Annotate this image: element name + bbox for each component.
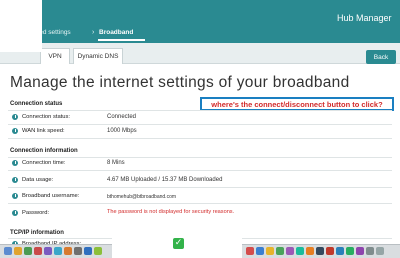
divider: [8, 203, 392, 204]
breadcrumb-current: Broadband: [99, 29, 134, 36]
app-icon[interactable]: [246, 247, 254, 255]
app-icon[interactable]: [256, 247, 264, 255]
section-title-connection-status: Connection status: [10, 101, 63, 107]
page-title: Manage the internet settings of your bro…: [10, 74, 350, 91]
info-icon: [12, 177, 18, 183]
redaction-box: [0, 0, 42, 52]
annotation-callout: where's the connect/disconnect button to…: [200, 97, 394, 111]
tab-dynamic-dns[interactable]: Dynamic DNS: [73, 48, 123, 64]
label-data-usage: Data usage:: [22, 177, 54, 183]
divider: [8, 157, 392, 158]
value-wan-link-speed: 1000 Mbps: [107, 128, 137, 134]
app-icon[interactable]: [286, 247, 294, 255]
breadcrumb-separator: ›: [92, 29, 95, 36]
app-icon[interactable]: [14, 247, 22, 255]
app-title: Hub Manager: [337, 13, 392, 23]
divider: [8, 124, 392, 125]
app-icon[interactable]: [366, 247, 374, 255]
app-icon[interactable]: [54, 247, 62, 255]
label-broadband-username: Broadband username:: [22, 193, 80, 199]
app-icon[interactable]: [24, 247, 32, 255]
check-icon: ✓: [173, 238, 184, 249]
app-icon[interactable]: [346, 247, 354, 255]
breadcrumb-active-underline: [98, 39, 145, 41]
info-icon: [12, 210, 18, 216]
app-icon[interactable]: [44, 247, 52, 255]
tab-vpn[interactable]: VPN: [40, 48, 70, 64]
divider: [8, 170, 392, 171]
app-icon[interactable]: [94, 247, 102, 255]
label-connection-time: Connection time:: [22, 160, 66, 166]
value-connection-status: Connected: [107, 114, 137, 120]
info-icon: [12, 114, 18, 120]
label-password: Password:: [22, 210, 50, 216]
divider: [8, 187, 392, 188]
app-icon[interactable]: [84, 247, 92, 255]
app-icon[interactable]: [34, 247, 42, 255]
section-title-tcpip-information: TCP/IP information: [10, 230, 64, 236]
divider: [8, 110, 392, 111]
info-icon: [12, 128, 18, 134]
label-wan-link-speed: WAN link speed:: [22, 128, 65, 134]
value-connection-time: 8 Mins: [107, 160, 125, 166]
back-button[interactable]: Back: [366, 50, 396, 64]
info-icon: [12, 160, 18, 166]
app-icon[interactable]: [336, 247, 344, 255]
label-connection-status: Connection status:: [22, 114, 71, 120]
app-icon[interactable]: [266, 247, 274, 255]
app-icon[interactable]: [296, 247, 304, 255]
app-icon[interactable]: [4, 247, 12, 255]
app-icon[interactable]: [306, 247, 314, 255]
divider: [8, 138, 392, 139]
app-icon[interactable]: [276, 247, 284, 255]
value-password: The password is not displayed for securi…: [107, 209, 235, 215]
hub-manager-page: Hub Manager ced settings › Broadband VPN…: [0, 0, 400, 258]
trash-icon[interactable]: [376, 247, 384, 255]
section-title-connection-information: Connection information: [10, 148, 78, 154]
app-icon[interactable]: [74, 247, 82, 255]
app-icon[interactable]: [64, 247, 72, 255]
info-icon: [12, 193, 18, 199]
value-data-usage: 4.67 MB Uploaded / 15.37 MB Downloaded: [107, 177, 223, 183]
value-broadband-username: bthomehub@btbroadband.com: [107, 194, 177, 200]
app-icon[interactable]: [356, 247, 364, 255]
app-icon[interactable]: [326, 247, 334, 255]
app-icon[interactable]: [316, 247, 324, 255]
